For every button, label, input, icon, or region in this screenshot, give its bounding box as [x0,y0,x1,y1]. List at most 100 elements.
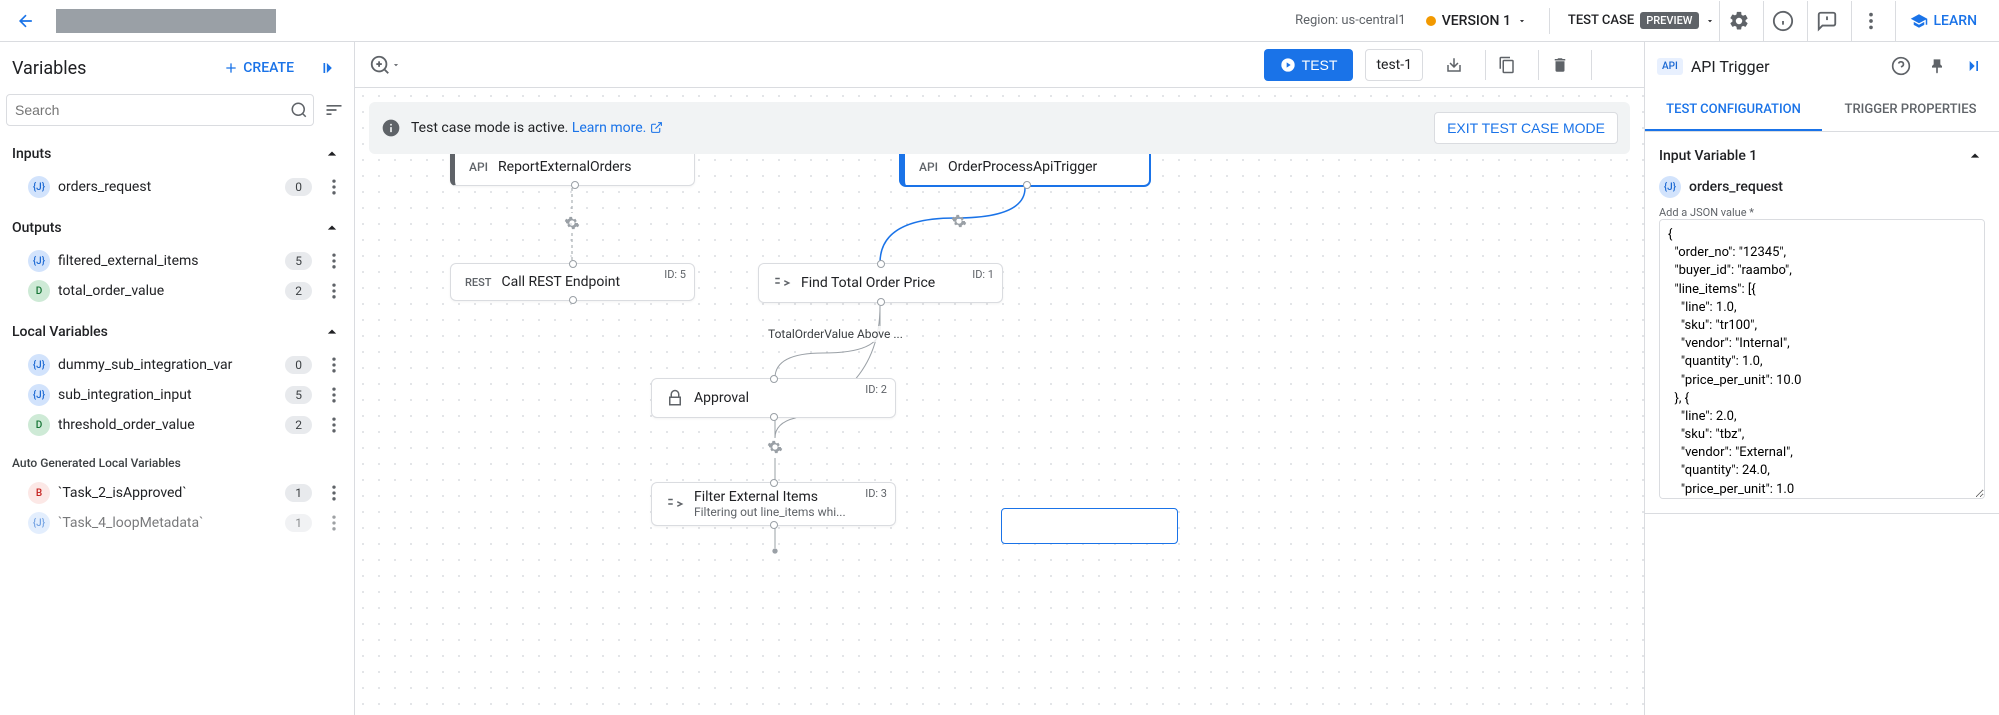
version-label: VERSION 1 [1442,13,1511,29]
edge-gear-icon[interactable] [561,212,583,234]
variable-name: `Task_2_isApproved` [58,485,277,501]
variable-row[interactable]: D total_order_value 2 [0,276,354,306]
variable-row[interactable]: {J} `Task_4_loopMetadata` 1 [0,508,354,538]
variable-menu[interactable] [320,177,348,197]
node-id: ID: 3 [865,487,887,500]
more-vert-icon [1860,10,1882,32]
edge-gear-icon[interactable] [764,540,786,562]
chevron-down-icon [1517,16,1527,26]
variable-menu[interactable] [320,483,348,503]
filter-button[interactable] [320,96,348,124]
double-chip-icon: D [28,280,50,302]
region-label: Region: us-central1 [1295,13,1406,28]
api-chip: API [1657,58,1683,75]
collapse-left-panel[interactable] [310,52,342,84]
node-title: Find Total Order Price [801,275,988,291]
testcase-select[interactable]: test-1 [1365,49,1423,81]
json-chip-icon: {J} [28,250,50,272]
right-panel-title: API Trigger [1691,57,1879,76]
variable-menu[interactable] [320,415,348,435]
node-find-total-order-price[interactable]: Find Total Order Price ID: 1 [758,263,1003,303]
variable-menu[interactable] [320,513,348,533]
learn-icon [1910,12,1928,30]
variable-count: 5 [285,386,312,404]
testcase-switcher[interactable]: TEST CASE PREVIEW [1549,8,1715,34]
variable-name: `Task_4_loopMetadata` [58,515,277,531]
info-button[interactable] [1763,1,1803,41]
feedback-button[interactable] [1807,1,1847,41]
testcase-banner: Test case mode is active. Learn more. EX… [369,102,1630,154]
chevron-up-icon [322,322,342,342]
node-title: Approval [694,390,881,406]
variable-row[interactable]: {J} sub_integration_input 5 [0,380,354,410]
help-button[interactable] [1887,52,1915,80]
variable-count: 5 [285,252,312,270]
selection-box[interactable] [1001,508,1178,544]
list-icon [1604,56,1622,74]
create-label: CREATE [243,60,294,76]
tab-trigger-properties[interactable]: TRIGGER PROPERTIES [1822,90,1999,131]
chevron-up-icon [322,218,342,238]
node-approval[interactable]: Approval ID: 2 [651,378,896,418]
variable-name: sub_integration_input [58,387,277,403]
learn-more-link[interactable]: Learn more. [572,120,647,136]
json-field-label: Add a JSON value * [1659,204,1985,219]
locals-section-header[interactable]: Local Variables [0,314,354,350]
node-filter-external-items[interactable]: Filter External Items Filtering out line… [651,482,896,526]
zoom-menu[interactable] [365,50,405,80]
outputs-section-header[interactable]: Outputs [0,210,354,246]
variable-menu[interactable] [320,281,348,301]
variable-menu[interactable] [320,355,348,375]
format-button[interactable] [1591,50,1634,80]
learn-button[interactable]: LEARN [1895,1,1992,41]
integration-title-placeholder [56,9,276,33]
overflow-menu[interactable] [1851,1,1891,41]
input-variable-header-label: Input Variable 1 [1659,148,1757,164]
node-id: ID: 1 [972,268,994,281]
node-id: ID: 2 [865,383,887,396]
search-input[interactable] [6,94,314,126]
variable-row[interactable]: {J} filtered_external_items 5 [0,246,354,276]
banner-text: Test case mode is active. Learn more. [411,120,663,136]
collapse-left-icon [316,58,336,78]
variable-count: 0 [285,356,312,374]
test-button[interactable]: TEST [1264,49,1354,81]
node-title: Filter External Items [694,489,881,505]
variable-row[interactable]: {J} dummy_sub_integration_var 0 [0,350,354,380]
tab-test-configuration[interactable]: TEST CONFIGURATION [1645,90,1822,131]
approval-icon [666,389,684,407]
variable-row[interactable]: D threshold_order_value 2 [0,410,354,440]
delete-button[interactable] [1538,50,1581,80]
node-subtitle: Filtering out line_items whi... [694,505,881,519]
variable-menu[interactable] [320,385,348,405]
version-switcher[interactable]: VERSION 1 [1418,9,1535,33]
copy-button[interactable] [1485,50,1528,80]
variable-count: 1 [285,484,312,502]
expand-panel-button[interactable] [1959,52,1987,80]
node-call-rest-endpoint[interactable]: REST Call REST Endpoint ID: 5 [450,263,695,301]
json-chip-icon: {J} [28,176,50,198]
search-icon [290,101,308,119]
json-value-textarea[interactable] [1659,219,1985,499]
pin-button[interactable] [1923,52,1951,80]
variable-row[interactable]: {J} orders_request 0 [0,172,354,202]
json-chip-icon: {J} [28,512,50,534]
edge-gear-icon[interactable] [948,210,970,232]
exit-testcase-button[interactable]: EXIT TEST CASE MODE [1434,112,1618,144]
create-variable-button[interactable]: CREATE [223,60,294,76]
variable-name: total_order_value [58,283,277,299]
preview-badge: PREVIEW [1640,12,1698,29]
edge-gear-icon[interactable] [764,436,786,458]
settings-button[interactable] [1719,1,1759,41]
chevron-down-icon [391,60,401,70]
download-button[interactable] [1433,50,1475,80]
locals-label: Local Variables [12,324,108,340]
variable-count: 0 [285,178,312,196]
back-button[interactable] [8,3,44,39]
variable-menu[interactable] [320,251,348,271]
input-variable-header[interactable]: Input Variable 1 [1659,142,1985,170]
inputs-section-header[interactable]: Inputs [0,136,354,172]
variable-count: 1 [285,514,312,532]
variable-row[interactable]: B `Task_2_isApproved` 1 [0,478,354,508]
json-chip-icon: {J} [28,384,50,406]
